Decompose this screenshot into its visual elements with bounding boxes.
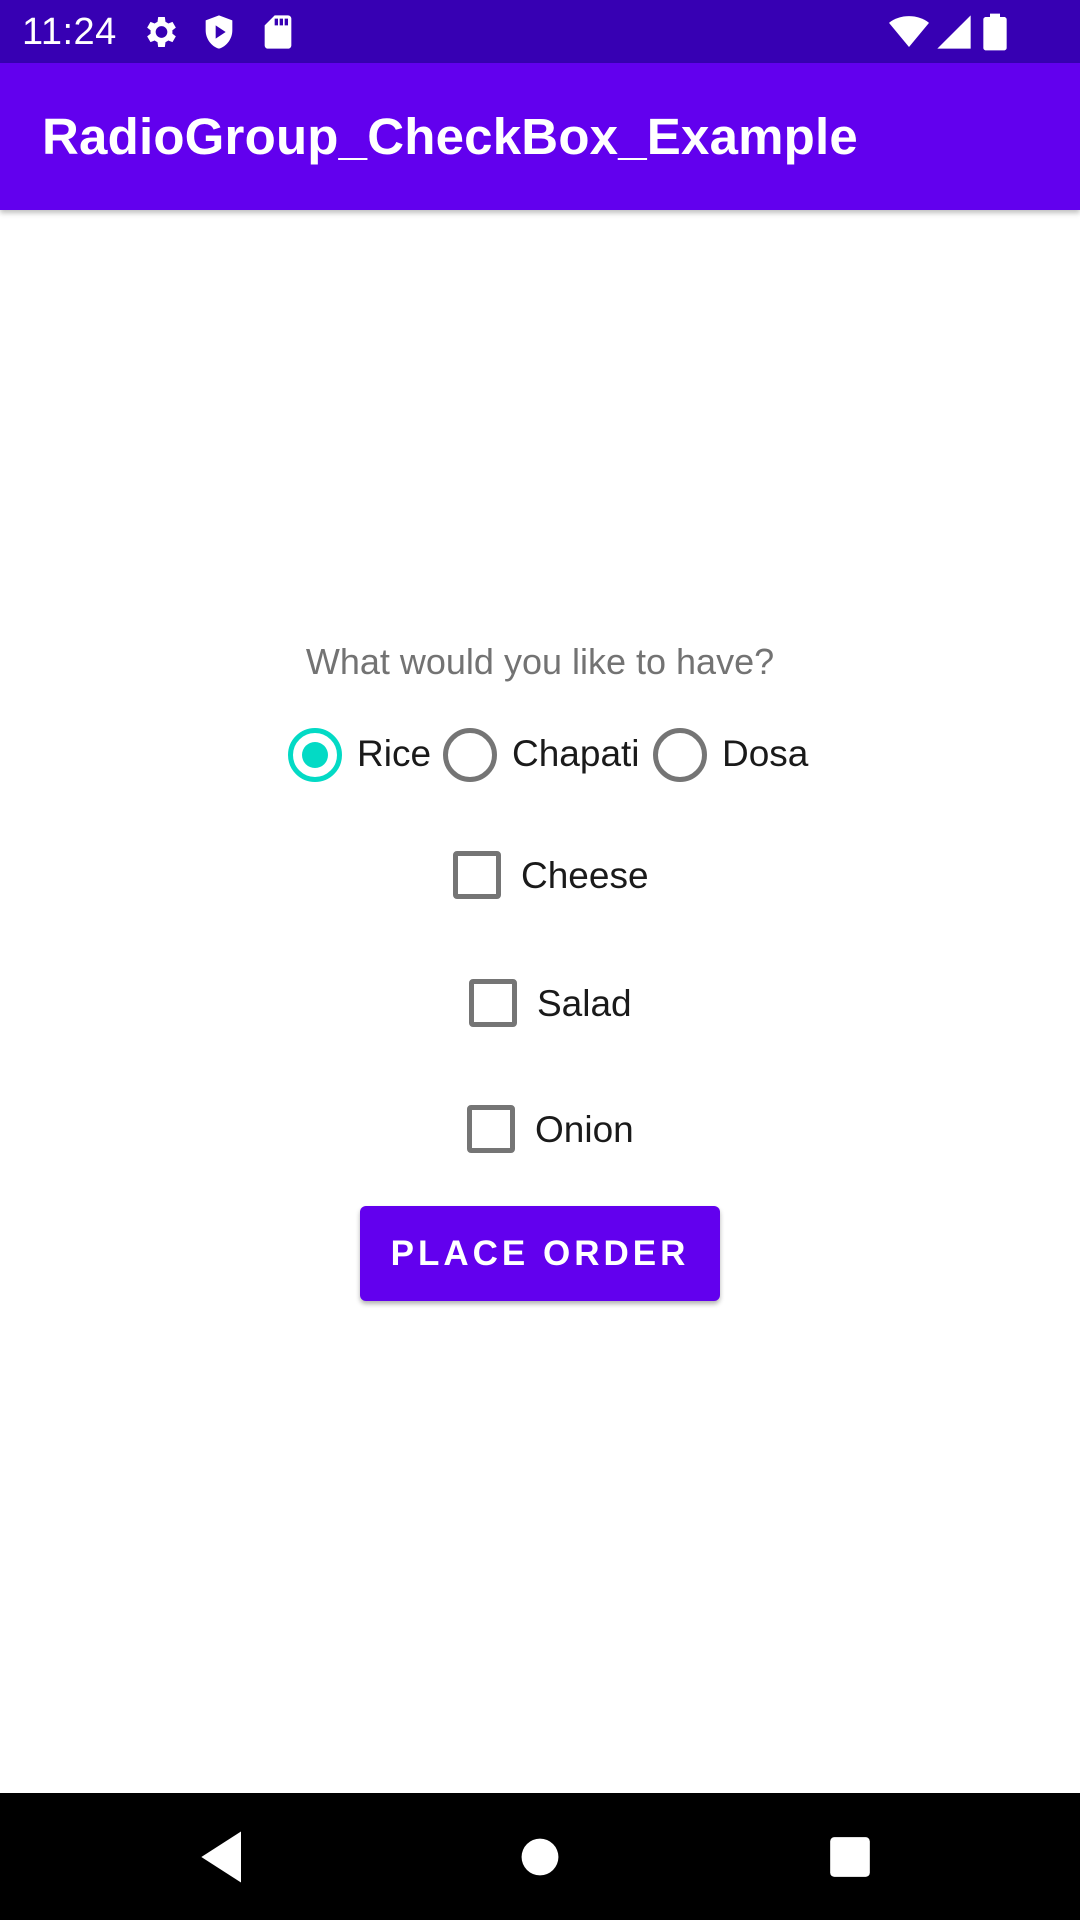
radio-rice[interactable]: Rice [288,721,438,782]
radio-checked-icon [288,728,342,782]
radio-group: Rice Chapati Dosa [0,721,1080,782]
checkbox-unchecked-icon [467,1105,515,1153]
radio-dot [302,742,328,768]
back-icon[interactable] [190,1823,258,1891]
checkbox-cheese[interactable]: Cheese [453,848,653,908]
checkbox-label: Onion [535,1109,634,1150]
status-time: 11:24 [22,11,117,53]
radio-label: Rice [357,733,432,774]
status-bar: 11:24 [0,0,1080,63]
signal-icon [934,12,974,52]
place-order-button[interactable]: PLACE ORDER [360,1206,720,1301]
gear-icon [140,12,180,52]
checkbox-label: Salad [537,983,632,1024]
checkbox-label: Cheese [521,855,649,896]
wifi-icon [888,12,930,52]
question-label: What would you like to have? [305,641,775,682]
radio-unchecked-icon [653,728,707,782]
app-title: RadioGroup_CheckBox_Example [42,108,858,165]
checkbox-unchecked-icon [469,979,517,1027]
checkbox-onion[interactable]: Onion [467,1100,647,1160]
app-bar: RadioGroup_CheckBox_Example [0,63,1080,210]
radio-unchecked-icon [443,728,497,782]
checkbox-unchecked-icon [453,851,501,899]
checkbox-salad[interactable]: Salad [469,974,649,1034]
radio-chapati[interactable]: Chapati [443,721,643,782]
home-icon[interactable] [506,1823,574,1891]
battery-icon [982,12,1008,52]
recents-icon[interactable] [816,1823,884,1891]
radio-label: Dosa [722,733,809,774]
radio-label: Chapati [512,733,640,774]
radio-dosa[interactable]: Dosa [653,721,813,782]
sd-card-icon [258,12,298,52]
navigation-bar [0,1793,1080,1920]
shield-icon [199,12,239,52]
